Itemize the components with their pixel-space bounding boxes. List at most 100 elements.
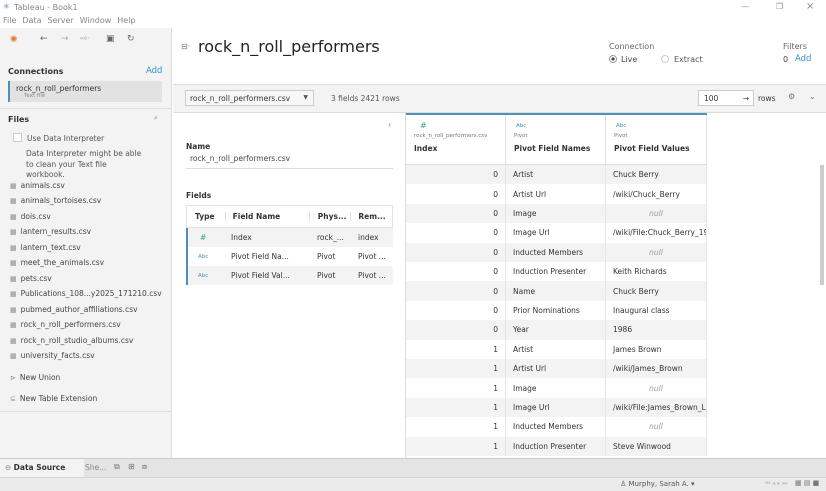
- field-row[interactable]: Abc Pivot Field Val... Pivot Pivot ...: [186, 266, 393, 285]
- grid-column-pivot-values[interactable]: Abc Pivot Pivot Field Values: [606, 115, 707, 164]
- table-cell[interactable]: Induction Presenter: [506, 436, 606, 456]
- tab-data-source[interactable]: ⊖ Data Source: [0, 459, 84, 477]
- new-worksheet-icon[interactable]: ⧉: [114, 462, 120, 472]
- table-cell[interactable]: Image: [506, 203, 606, 224]
- connection-item[interactable]: rock_n_roll_performers Text file: [8, 81, 162, 102]
- table-cell[interactable]: 1: [406, 436, 506, 456]
- table-cell[interactable]: Image Url: [506, 397, 606, 418]
- restore-button[interactable]: ❐: [776, 2, 783, 11]
- table-cell[interactable]: /wiki/File:James_Brown_Liv...: [606, 397, 707, 418]
- new-union-item[interactable]: ⊳ New Union: [10, 373, 60, 382]
- save-icon[interactable]: ▣: [106, 34, 115, 44]
- view-toggle-icon[interactable]: ▦ ▤ ■: [795, 479, 819, 487]
- new-table-extension-item[interactable]: ⊆ New Table Extension: [10, 394, 97, 403]
- table-cell[interactable]: 0: [406, 223, 506, 243]
- menu-window[interactable]: Window: [80, 16, 112, 25]
- file-item[interactable]: ▦ animals.csv: [10, 181, 65, 190]
- menu-server[interactable]: Server: [48, 16, 74, 25]
- table-cell[interactable]: 0: [406, 184, 506, 204]
- collapse-icon[interactable]: ‹: [388, 120, 391, 129]
- menu-data[interactable]: Data: [22, 16, 41, 25]
- file-item[interactable]: ▦ Publications_108...y2025_171210.csv: [10, 289, 162, 298]
- refresh-icon[interactable]: ↻: [127, 34, 135, 44]
- table-cell[interactable]: 0: [406, 203, 506, 224]
- table-cell[interactable]: Artist Url: [506, 184, 606, 204]
- table-cell[interactable]: null: [606, 242, 707, 262]
- table-cell[interactable]: null: [606, 378, 707, 398]
- table-cell[interactable]: Image: [506, 378, 606, 398]
- grid-column-pivot-names[interactable]: Abc Pivot Pivot Field Names: [506, 115, 606, 164]
- table-cell[interactable]: Inducted Members: [506, 242, 606, 262]
- add-connection-link[interactable]: Add: [146, 66, 162, 76]
- table-cell[interactable]: null: [606, 417, 707, 437]
- file-item[interactable]: ▦ lantern_results.csv: [10, 227, 91, 236]
- file-item[interactable]: ▦ university_facts.csv: [10, 351, 95, 360]
- table-cell[interactable]: 1: [406, 378, 506, 398]
- search-files-icon[interactable]: ⌕: [154, 114, 158, 123]
- new-dashboard-icon[interactable]: ⊞: [128, 462, 135, 471]
- table-cell[interactable]: Steve Winwood: [606, 436, 707, 456]
- table-cell[interactable]: Chuck Berry: [606, 281, 707, 301]
- file-item[interactable]: ▦ rock_n_roll_performers.csv: [10, 320, 121, 329]
- name-field[interactable]: rock_n_roll_performers.csv: [186, 154, 393, 169]
- file-item[interactable]: ▦ rock_n_roll_studio_albums.csv: [10, 336, 133, 345]
- menu-file[interactable]: File: [3, 16, 16, 25]
- table-cell[interactable]: 0: [406, 300, 506, 321]
- table-cell[interactable]: Inducted Members: [506, 417, 606, 437]
- table-cell[interactable]: /wiki/James_Brown: [606, 359, 707, 379]
- table-cell[interactable]: 1: [406, 359, 506, 379]
- table-cell[interactable]: Name: [506, 281, 606, 301]
- minimize-button[interactable]: —: [741, 2, 749, 11]
- table-cell[interactable]: 0: [406, 165, 506, 185]
- table-select[interactable]: rock_n_roll_performers.csv ▼: [185, 90, 314, 106]
- tableau-home-icon[interactable]: ✺: [10, 35, 18, 45]
- grid-column-index[interactable]: # rock_n_roll_performers.csv Index: [406, 115, 506, 164]
- table-cell[interactable]: 0: [406, 242, 506, 262]
- table-cell[interactable]: 1: [406, 397, 506, 418]
- file-item[interactable]: ▦ dois.csv: [10, 212, 51, 221]
- table-cell[interactable]: 1: [406, 417, 506, 437]
- table-cell[interactable]: /wiki/File:Chuck_Berry_195...: [606, 223, 707, 243]
- user-menu[interactable]: ♙ Murphy, Sarah A. ▾: [620, 480, 695, 488]
- rows-input[interactable]: 100 →: [698, 90, 754, 106]
- new-story-icon[interactable]: ⧈: [142, 462, 147, 472]
- table-cell[interactable]: Induction Presenter: [506, 262, 606, 282]
- table-cell[interactable]: Keith Richards: [606, 262, 707, 282]
- table-cell[interactable]: 0: [406, 320, 506, 340]
- tab-sheet[interactable]: She...: [85, 463, 106, 472]
- live-radio[interactable]: [609, 55, 617, 63]
- table-cell[interactable]: Chuck Berry: [606, 165, 707, 185]
- file-item[interactable]: ▦ pubmed_author_affiliations.csv: [10, 305, 138, 314]
- table-cell[interactable]: Artist: [506, 165, 606, 185]
- table-cell[interactable]: 1: [406, 339, 506, 359]
- back-icon[interactable]: ←: [40, 34, 48, 44]
- table-cell[interactable]: Year: [506, 320, 606, 340]
- forward-icon[interactable]: →: [61, 34, 69, 44]
- file-item[interactable]: ▦ pets.csv: [10, 274, 52, 283]
- table-cell[interactable]: 0: [406, 262, 506, 282]
- extract-radio[interactable]: [661, 55, 669, 63]
- table-cell[interactable]: Prior Nominations: [506, 300, 606, 321]
- sheet-nav-icon[interactable]: ⏮ ◂ ▸ ⏭: [765, 480, 788, 488]
- table-cell[interactable]: Image Url: [506, 223, 606, 243]
- table-cell[interactable]: 0: [406, 281, 506, 301]
- menu-help[interactable]: Help: [117, 16, 135, 25]
- table-cell[interactable]: Artist: [506, 339, 606, 359]
- gear-icon[interactable]: ⚙: [788, 92, 795, 101]
- add-filter-link[interactable]: Add: [795, 54, 811, 64]
- table-cell[interactable]: /wiki/Chuck_Berry: [606, 184, 707, 204]
- file-item[interactable]: ▦ lantern_text.csv: [10, 243, 81, 252]
- field-row[interactable]: Abc Pivot Field Na... Pivot Pivot ...: [186, 247, 393, 266]
- table-cell[interactable]: Artist Url: [506, 359, 606, 379]
- datasource-title[interactable]: rock_n_roll_performers: [198, 37, 380, 56]
- pause-icon[interactable]: ⇨·: [80, 34, 90, 44]
- file-item[interactable]: ▦ meet_the_animals.csv: [10, 258, 104, 267]
- data-interpreter-checkbox[interactable]: [13, 133, 22, 142]
- table-cell[interactable]: James Brown: [606, 339, 707, 359]
- grid-scrollbar[interactable]: [820, 165, 824, 285]
- file-item[interactable]: ▦ animals_tortoises.csv: [10, 196, 101, 205]
- table-cell[interactable]: null: [606, 203, 707, 224]
- table-cell[interactable]: Inaugural class: [606, 300, 707, 321]
- table-cell[interactable]: 1986: [606, 320, 707, 340]
- field-row[interactable]: # Index rock_... index: [186, 228, 393, 247]
